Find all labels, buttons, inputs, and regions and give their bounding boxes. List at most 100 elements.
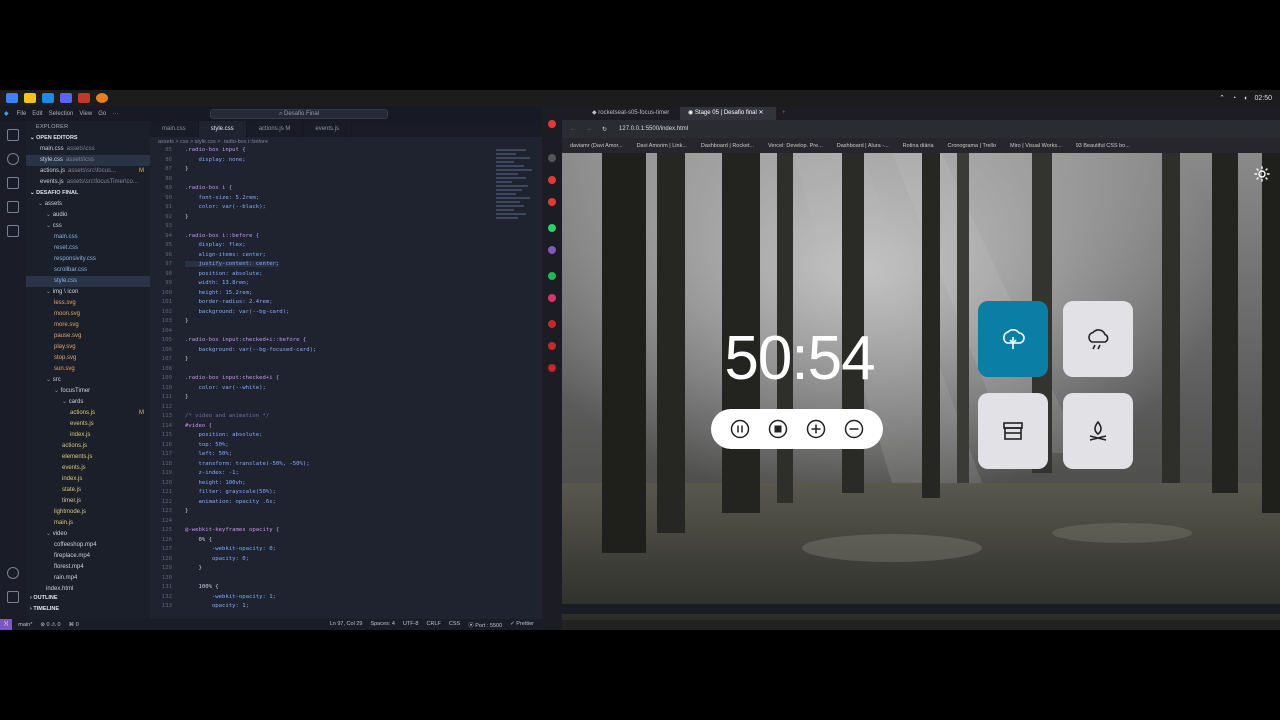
tree-folder[interactable]: ⌄ src: [26, 375, 150, 386]
volume-icon[interactable]: ◖: [1243, 95, 1247, 102]
file-explorer-icon[interactable]: [24, 93, 36, 103]
stop-button[interactable]: [766, 417, 790, 441]
tree-file[interactable]: lightmode.js: [26, 507, 150, 518]
tree-file[interactable]: main.js: [26, 518, 150, 529]
tree-file[interactable]: scrollbar.css: [26, 265, 150, 276]
tree-file[interactable]: pause.svg: [26, 331, 150, 342]
tree-file[interactable]: responsivity.css: [26, 254, 150, 265]
source-control-icon[interactable]: [7, 177, 19, 189]
explorer-icon[interactable]: [7, 129, 19, 141]
tree-file[interactable]: florest.mp4: [26, 562, 150, 573]
tree-file[interactable]: more.svg: [26, 320, 150, 331]
extensions-icon[interactable]: [548, 342, 556, 350]
problems-count[interactable]: ⊗ 0 ⚠ 0: [40, 622, 60, 628]
tray-chevron-icon[interactable]: ⌃: [1219, 94, 1225, 102]
editor-tab[interactable]: events.js: [303, 121, 353, 137]
tree-file[interactable]: fireplace.mp4: [26, 551, 150, 562]
code-area[interactable]: 85 .radio-box input {86 display: none; 87}…: [150, 147, 542, 619]
url-field[interactable]: 127.0.0.1:5500/index.html: [619, 126, 688, 132]
back-icon[interactable]: ←: [570, 126, 576, 132]
project-section[interactable]: ⌄ DESAFIO FINAL: [26, 188, 150, 199]
card-fireplace[interactable]: [1063, 393, 1133, 469]
search-icon[interactable]: [7, 153, 19, 165]
outline-section[interactable]: › OUTLINE: [26, 593, 150, 604]
status-item[interactable]: CSS: [449, 621, 460, 629]
pause-button[interactable]: [728, 417, 752, 441]
tree-file[interactable]: sun.svg: [26, 364, 150, 375]
bookmark-item[interactable]: Miro | Visual Works...: [1010, 143, 1062, 149]
bookmark-item[interactable]: Vercel: Develop. Pre...: [768, 143, 823, 149]
whatsapp-icon[interactable]: [548, 224, 556, 232]
status-item[interactable]: CRLF: [427, 621, 441, 629]
breadcrumb[interactable]: assets > css > style.css > .radio-box i:…: [150, 137, 542, 147]
bookmark-item[interactable]: Rotina diária: [903, 143, 934, 149]
menu-item[interactable]: View: [79, 111, 92, 117]
open-editors-section[interactable]: ⌄ OPEN EDITORS: [26, 133, 150, 144]
command-center-search[interactable]: ⌕ Desafio Final: [210, 109, 388, 119]
editor-tab[interactable]: actions.js M: [247, 121, 304, 137]
menu-item[interactable]: Selection: [49, 111, 74, 117]
account-icon[interactable]: [7, 567, 19, 579]
open-editor-item[interactable]: events.js assets\src\focusTimer\co...: [26, 177, 150, 188]
opera-logo-icon[interactable]: [548, 120, 556, 128]
tree-file[interactable]: events.js: [26, 463, 150, 474]
tree-file[interactable]: actions.js M: [26, 408, 150, 419]
menu-item[interactable]: Edit: [32, 111, 42, 117]
clock[interactable]: 02:50: [1254, 95, 1272, 102]
tree-file[interactable]: events.js: [26, 419, 150, 430]
tree-folder[interactable]: ⌄ img \ icon: [26, 287, 150, 298]
remove-time-button[interactable]: [842, 417, 866, 441]
tree-file[interactable]: less.svg: [26, 298, 150, 309]
editor-tab[interactable]: style.css: [198, 121, 247, 137]
status-item[interactable]: Spaces: 4: [370, 621, 394, 629]
tree-file[interactable]: rain.mp4: [26, 573, 150, 584]
status-item[interactable]: Ln 97, Col 29: [330, 621, 363, 629]
git-branch[interactable]: main*: [18, 622, 32, 628]
open-editor-item[interactable]: main.css assets\css: [26, 144, 150, 155]
menu-item[interactable]: ···: [112, 111, 118, 117]
extensions-icon[interactable]: [7, 225, 19, 237]
speed-dial-icon[interactable]: [548, 154, 556, 162]
forward-icon[interactable]: →: [586, 126, 592, 132]
reload-icon[interactable]: ↻: [602, 126, 607, 133]
run-debug-icon[interactable]: [7, 201, 19, 213]
minimap[interactable]: [496, 147, 536, 387]
tree-folder[interactable]: ⌄ audio: [26, 210, 150, 221]
new-tab-button[interactable]: +: [782, 107, 786, 120]
settings-gear-icon[interactable]: [7, 591, 19, 603]
timeline-section[interactable]: › TIMELINE: [26, 604, 150, 615]
wifi-icon[interactable]: ◔: [1232, 95, 1236, 102]
bookmark-item[interactable]: Dashboard | Rocket...: [701, 143, 754, 149]
tree-folder[interactable]: ⌄ css: [26, 221, 150, 232]
bookmark-item[interactable]: Dashboard | Alura -...: [837, 143, 889, 149]
windows-start-icon[interactable]: [6, 93, 18, 103]
remote-indicator[interactable]: ⟩⟨: [0, 619, 13, 630]
ports-count[interactable]: ⌘ 0: [69, 622, 79, 628]
tree-folder[interactable]: ⌄ focusTimer: [26, 386, 150, 397]
sun-icon[interactable]: [1254, 166, 1270, 182]
card-forest[interactable]: [978, 301, 1048, 377]
add-time-button[interactable]: [804, 417, 828, 441]
editor-tab[interactable]: main.css: [150, 121, 199, 137]
browser-taskbar-icon[interactable]: [96, 93, 108, 103]
status-item[interactable]: UTF-8: [403, 621, 419, 629]
twitch-icon[interactable]: [548, 198, 556, 206]
history-icon[interactable]: [548, 320, 556, 328]
tree-file[interactable]: actions.js: [26, 441, 150, 452]
chatgpt-icon[interactable]: [548, 246, 556, 254]
tree-file[interactable]: reset.css: [26, 243, 150, 254]
tree-folder[interactable]: ⌄ assets: [26, 199, 150, 210]
open-editor-item[interactable]: style.css assets\css: [26, 155, 150, 166]
tree-file[interactable]: index.js: [26, 474, 150, 485]
tree-file[interactable]: play.svg: [26, 342, 150, 353]
open-editor-item[interactable]: actions.js assets\src\focus... M: [26, 166, 150, 177]
bookmark-item[interactable]: daviamr (Davi Amor...: [570, 143, 623, 149]
spotify-icon[interactable]: [548, 272, 556, 280]
app-taskbar-icon[interactable]: [78, 93, 90, 103]
discord-taskbar-icon[interactable]: [60, 93, 72, 103]
tree-file[interactable]: index.js: [26, 430, 150, 441]
tab-rocketseat[interactable]: ◆ rocketseat-s05-focus-timer: [584, 107, 680, 120]
tree-file[interactable]: state.js: [26, 485, 150, 496]
vscode-taskbar-icon[interactable]: [42, 93, 54, 103]
tree-file[interactable]: coffeeshop.mp4: [26, 540, 150, 551]
